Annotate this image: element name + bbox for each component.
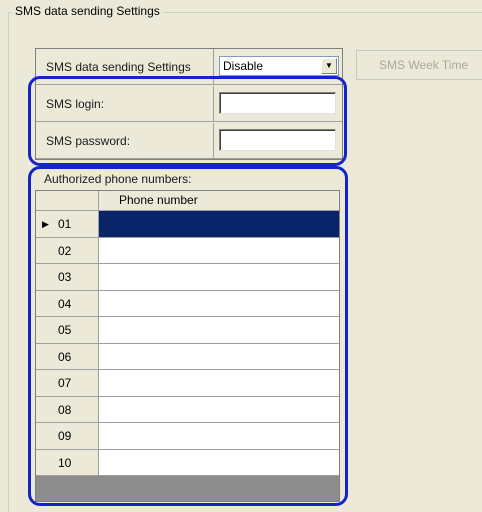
phone-number-cell[interactable] (99, 237, 339, 264)
table-row[interactable]: 08 (36, 396, 339, 423)
table-row[interactable]: 06 (36, 343, 339, 370)
row-header[interactable]: ▶ 01 (36, 211, 99, 238)
table-row[interactable]: 04 (36, 290, 339, 317)
phone-number-cell[interactable] (99, 370, 339, 397)
row-number: 05 (58, 323, 72, 337)
phone-number-cell[interactable] (99, 264, 339, 291)
row-header[interactable]: 10 (36, 449, 99, 476)
row-header[interactable]: 03 (36, 264, 99, 291)
phone-number-cell[interactable] (99, 290, 339, 317)
phone-numbers-grid[interactable]: Phone number ▶ 01 02 03 04 05 06 07 08 09 10 (35, 190, 340, 502)
grid-header: Phone number (36, 191, 339, 211)
row-header[interactable]: 06 (36, 343, 99, 370)
phone-number-cell[interactable] (99, 423, 339, 450)
row-number: 01 (58, 217, 72, 231)
table-row[interactable]: 07 (36, 370, 339, 397)
row-number: 09 (58, 429, 72, 443)
row-header[interactable]: 02 (36, 237, 99, 264)
chevron-down-icon[interactable]: ▼ (321, 58, 337, 74)
row-number: 06 (58, 349, 72, 364)
row-header[interactable]: 09 (36, 423, 99, 450)
column-header-phone-number[interactable]: Phone number (99, 191, 339, 211)
sms-mode-label: SMS data sending Settings (36, 49, 214, 85)
phone-number-cell[interactable] (99, 317, 339, 344)
grid-corner (36, 191, 99, 211)
table-row[interactable]: 09 (36, 423, 339, 450)
settings-row-mode: SMS data sending Settings Disable ▼ (36, 49, 342, 85)
table-row[interactable]: 03 (36, 264, 339, 291)
row-number: 03 (58, 270, 72, 284)
row-header[interactable]: 05 (36, 317, 99, 344)
sms-week-time-button[interactable]: SMS Week Time (356, 50, 482, 80)
table-row[interactable]: 10 (36, 449, 339, 476)
row-header[interactable]: 08 (36, 396, 99, 423)
phone-number-cell[interactable] (99, 396, 339, 423)
groupbox-title: SMS data sending Settings (12, 4, 163, 18)
settings-row-login: SMS login: (36, 86, 342, 122)
row-number: 10 (58, 455, 72, 470)
table-row[interactable]: 02 (36, 237, 339, 264)
row-number: 04 (58, 296, 72, 311)
current-row-indicator-icon: ▶ (42, 219, 49, 229)
phone-number-cell[interactable] (99, 211, 339, 238)
row-number: 07 (58, 376, 72, 390)
row-number: 02 (58, 243, 72, 258)
row-number: 08 (58, 402, 72, 417)
sms-password-field[interactable] (219, 129, 336, 151)
phone-number-cell[interactable] (99, 449, 339, 476)
table-row[interactable]: ▶ 01 (36, 211, 339, 238)
row-header[interactable]: 04 (36, 290, 99, 317)
sms-mode-dropdown[interactable]: Disable ▼ (219, 56, 339, 76)
sms-login-label: SMS login: (36, 86, 214, 122)
sms-login-field[interactable] (219, 92, 336, 114)
authorized-phones-label: Authorized phone numbers: (44, 172, 192, 186)
phone-number-cell[interactable] (99, 343, 339, 370)
settings-row-password: SMS password: (36, 123, 342, 159)
settings-grid: SMS data sending Settings Disable ▼ SMS … (35, 48, 343, 160)
sms-password-label: SMS password: (36, 123, 214, 159)
row-header[interactable]: 07 (36, 370, 99, 397)
sms-mode-value: Disable (223, 59, 264, 73)
table-row[interactable]: 05 (36, 317, 339, 344)
